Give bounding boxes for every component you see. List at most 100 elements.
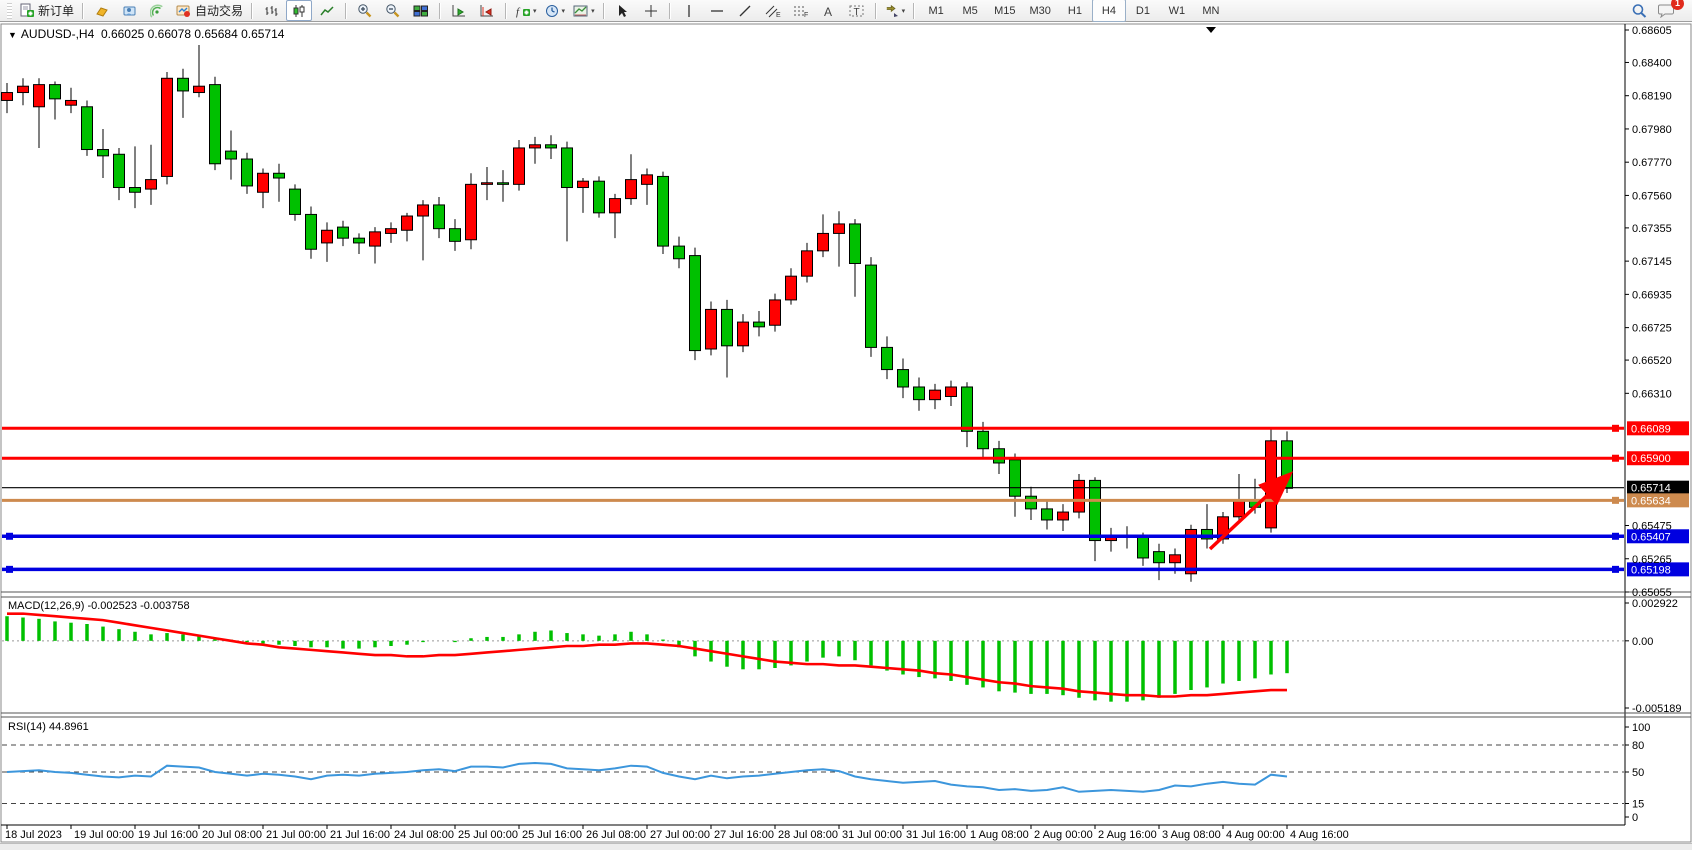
new-order-label: 新订单: [38, 2, 74, 19]
timeframe-M1[interactable]: M1: [919, 0, 953, 22]
time-tick-label: 31 Jul 16:00: [906, 829, 966, 841]
text-button[interactable]: A: [816, 0, 842, 21]
price-tick-label: 0.65475: [1632, 521, 1672, 533]
new-order-button[interactable]: 新订单: [16, 0, 77, 21]
dropdown-arrow-icon: ▾: [591, 7, 595, 15]
crosshair-icon: [644, 4, 658, 18]
tile-windows-button[interactable]: [408, 0, 434, 21]
timeframe-MN[interactable]: MN: [1194, 0, 1228, 22]
timeframe-H4[interactable]: H4: [1092, 0, 1126, 22]
time-tick-label: 2 Aug 16:00: [1098, 829, 1157, 841]
candle: [1138, 537, 1149, 558]
price-tick-label: 0.66520: [1632, 355, 1672, 367]
timeframe-M30[interactable]: M30: [1023, 0, 1058, 22]
vertical-line-icon: [683, 4, 695, 18]
candle: [706, 309, 717, 349]
candle: [866, 265, 877, 347]
candle: [226, 151, 237, 159]
gold-bar-button[interactable]: [89, 0, 115, 21]
candle: [642, 175, 653, 184]
candle: [898, 370, 909, 387]
bar-chart-button[interactable]: [258, 0, 284, 21]
indicators-icon: f: [515, 4, 531, 18]
notifications-button[interactable]: 1: [1654, 0, 1680, 21]
dropdown-arrow-icon: ▾: [562, 7, 566, 15]
chart-collapse-icon[interactable]: ▼: [8, 30, 17, 40]
toolbar-separator: [251, 3, 253, 19]
time-tick-label: 25 Jul 00:00: [458, 829, 518, 841]
candle: [1042, 509, 1053, 520]
fibonacci-button[interactable]: F: [788, 0, 814, 21]
candle: [130, 188, 141, 193]
candle: [738, 322, 749, 346]
svg-text:T: T: [853, 7, 859, 18]
timeframe-W1[interactable]: W1: [1160, 0, 1194, 22]
zoom-in-button[interactable]: [352, 0, 378, 21]
price-badge-value: 0.65407: [1631, 531, 1671, 543]
line-handle: [1612, 425, 1619, 432]
rsi-scale-label: 15: [1632, 799, 1644, 811]
timeframe-H1[interactable]: H1: [1058, 0, 1092, 22]
candle: [114, 154, 125, 187]
horizontal-line-button[interactable]: [704, 0, 730, 21]
toolbar-separator: [345, 3, 347, 19]
timeframe-M5[interactable]: M5: [953, 0, 987, 22]
candle: [610, 199, 621, 213]
trendline-button[interactable]: [732, 0, 758, 21]
time-tick-label: 4 Aug 16:00: [1290, 829, 1349, 841]
candle: [802, 251, 813, 276]
candle: [914, 387, 925, 400]
timeframe-D1[interactable]: D1: [1126, 0, 1160, 22]
price-badge-value: 0.65900: [1631, 453, 1671, 465]
candle: [306, 214, 317, 249]
line-handle: [1612, 497, 1619, 504]
candle: [242, 159, 253, 186]
ohlc-values: 0.66025 0.66078 0.65684 0.65714: [101, 27, 285, 41]
trendline-icon: [738, 4, 752, 18]
candle: [1010, 460, 1021, 496]
auto-scroll-button[interactable]: [446, 0, 472, 21]
text-label-button[interactable]: T: [844, 0, 870, 21]
candle: [450, 229, 461, 242]
candle: [290, 189, 301, 214]
clock-icon: [545, 4, 560, 18]
tile-windows-icon: [413, 4, 429, 18]
candle: [1074, 480, 1085, 512]
candle: [530, 145, 541, 148]
search-button[interactable]: [1626, 0, 1652, 21]
price-tick-label: 0.68400: [1632, 57, 1672, 69]
candle: [354, 238, 365, 243]
equidistant-channel-button[interactable]: E: [760, 0, 786, 21]
zoom-out-button[interactable]: [380, 0, 406, 21]
chart-window[interactable]: 0.660890.659000.657140.656340.654070.651…: [0, 0, 1692, 849]
candle: [18, 86, 29, 92]
candlestick-chart-button[interactable]: [286, 0, 312, 21]
arrow-tools-icon: [885, 4, 900, 18]
candle: [338, 227, 349, 238]
price-badge-value: 0.66089: [1631, 423, 1671, 435]
crosshair-button[interactable]: [638, 0, 664, 21]
templates-button[interactable]: ▾: [570, 0, 598, 21]
signals-button[interactable]: [145, 0, 171, 21]
cursor-button[interactable]: [610, 0, 636, 21]
candle: [594, 181, 605, 213]
candle: [370, 232, 381, 246]
autotrading-button[interactable]: 自动交易: [173, 0, 246, 21]
arrow-tools-button[interactable]: ▾: [882, 0, 909, 21]
periods-button[interactable]: ▾: [542, 0, 569, 21]
search-icon: [1630, 3, 1648, 19]
line-chart-button[interactable]: [314, 0, 340, 21]
chart-canvas[interactable]: 0.660890.659000.657140.656340.654070.651…: [0, 0, 1692, 849]
candle: [786, 276, 797, 300]
timeframe-toolbar: M1M5M15M30H1H4D1W1MN: [919, 0, 1228, 22]
indicators-button[interactable]: f▾: [512, 0, 540, 21]
community-button[interactable]: [117, 0, 143, 21]
chart-shift-button[interactable]: [474, 0, 500, 21]
vertical-line-button[interactable]: [676, 0, 702, 21]
fibonacci-icon: F: [793, 4, 809, 18]
candle: [258, 173, 269, 192]
candle: [978, 431, 989, 448]
symbol-period-label: AUDUSD-,H4: [21, 27, 94, 41]
time-tick-label: 21 Jul 00:00: [266, 829, 326, 841]
timeframe-M15[interactable]: M15: [987, 0, 1022, 22]
